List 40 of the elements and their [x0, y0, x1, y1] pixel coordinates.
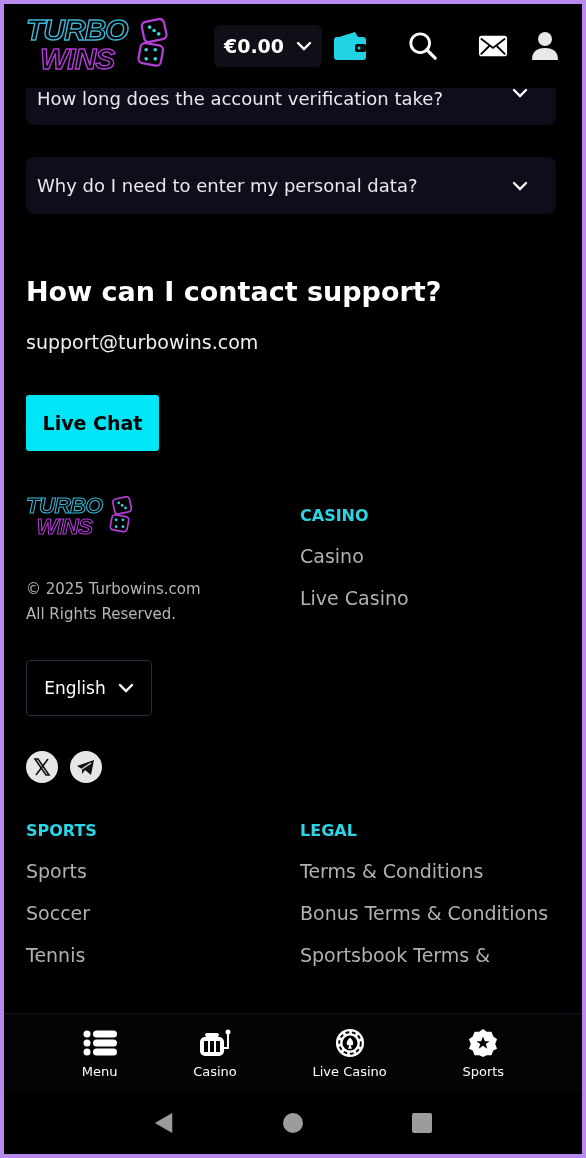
chevron-down-icon	[296, 41, 313, 51]
footer-link[interactable]: Sports	[26, 860, 87, 882]
faq-item[interactable]: How long does the account verification take?	[26, 88, 556, 125]
faq-item[interactable]: Why do I need to enter my personal data?	[26, 157, 556, 214]
footer-logo[interactable]: TURBO WINS	[26, 493, 131, 541]
balance-dropdown[interactable]: €0.00	[214, 25, 322, 67]
home-icon[interactable]	[282, 1112, 304, 1134]
footer-link[interactable]: Casino	[300, 545, 364, 567]
copyright-text: © 2025 Turbowins.com	[26, 579, 201, 600]
search-icon[interactable]	[407, 31, 438, 61]
support-email: support@turbowins.com	[26, 331, 260, 353]
dice-icon	[136, 18, 170, 68]
footer-link[interactable]: Tennis	[26, 944, 86, 966]
footer-heading: LEGAL	[300, 821, 357, 840]
footer-heading: CASINO	[300, 506, 369, 525]
nav-tab[interactable]: Live Casino	[312, 1014, 387, 1092]
nav-tab[interactable]: Sports	[462, 1014, 505, 1092]
copyright-text: All Rights Reserved.	[26, 604, 178, 625]
footer-heading: SPORTS	[26, 821, 97, 840]
footer-link[interactable]: Bonus Terms & Conditions	[300, 902, 549, 924]
paper-plane-icon[interactable]	[70, 751, 102, 783]
nav-tab[interactable]: Menu	[81, 1014, 118, 1092]
faq-question: Why do I need to enter my personal data?	[37, 175, 418, 196]
footer-link[interactable]: Live Casino	[300, 587, 409, 609]
slot-machine-icon	[198, 1027, 232, 1058]
recents-icon[interactable]	[411, 1112, 434, 1134]
x-icon[interactable]	[26, 751, 58, 783]
wallet-icon[interactable]	[333, 31, 367, 61]
faq-question: How long does the account verification take?	[37, 88, 443, 109]
footer-link[interactable]: Soccer	[26, 902, 91, 924]
footer-link[interactable]: Sportsbook Terms &	[300, 944, 491, 966]
nav-tab[interactable]: Casino	[193, 1014, 237, 1092]
live-chat-button[interactable]: Live Chat	[26, 395, 159, 451]
user-icon[interactable]	[530, 31, 560, 61]
language-dropdown[interactable]: English	[26, 660, 152, 716]
logo[interactable]: TURBO WINS	[26, 14, 166, 78]
dice-icon	[108, 496, 134, 534]
section-heading: How can I contact support?	[26, 276, 443, 307]
chevron-down-icon	[117, 683, 134, 693]
footer-link[interactable]: Terms & Conditions	[300, 860, 484, 882]
